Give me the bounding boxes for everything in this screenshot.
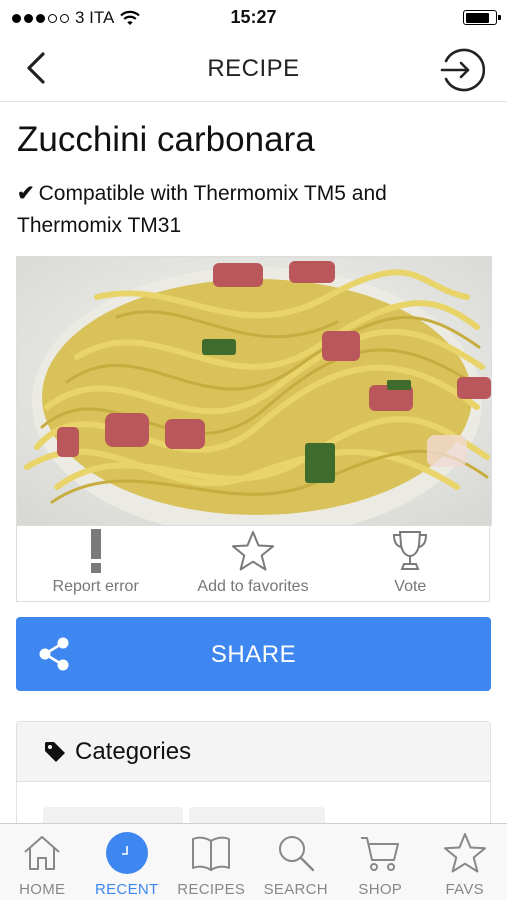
book-icon — [192, 836, 231, 871]
tab-search-label: SEARCH — [263, 881, 328, 898]
tab-bar: HOME RECENT RECIPES SEARCH SHOP FAVS — [0, 823, 507, 900]
tab-search[interactable]: SEARCH — [254, 824, 339, 900]
categories-header: Categories — [17, 722, 490, 782]
tab-recent[interactable]: RECENT — [85, 824, 170, 900]
tab-shop-label: SHOP — [358, 881, 403, 898]
add-to-favorites-button[interactable]: Add to favorites — [174, 526, 331, 601]
tab-favs[interactable]: FAVS — [423, 824, 507, 900]
share-label: SHARE — [210, 641, 297, 668]
pasta-image — [17, 257, 491, 525]
page-title: RECIPE — [207, 55, 300, 82]
add-to-favorites-label: Add to favorites — [197, 578, 309, 595]
login-button[interactable] — [437, 46, 486, 94]
cart-icon — [361, 837, 400, 871]
tag-icon — [45, 741, 65, 762]
tab-home[interactable]: HOME — [0, 824, 85, 900]
star-icon — [443, 833, 486, 873]
categories-title: Categories — [75, 737, 192, 765]
compatibility-text: Compatible with Thermomix TM5 and Thermo… — [17, 182, 387, 237]
exclamation-icon — [90, 529, 101, 573]
status-bar: 3 ITA 15:27 — [0, 0, 507, 34]
report-error-label: Report error — [52, 578, 139, 595]
tab-home-label: HOME — [19, 881, 66, 898]
trophy-icon — [393, 531, 428, 570]
report-error-button[interactable]: Report error — [17, 526, 174, 601]
navigation-header: RECIPE — [0, 34, 507, 102]
clock-icon — [105, 832, 148, 874]
login-icon — [440, 48, 486, 92]
tab-shop[interactable]: SHOP — [338, 824, 423, 900]
recipe-actions: Report error Add to favorites Vote — [16, 526, 490, 602]
status-time: 15:27 — [230, 7, 277, 27]
star-outline-icon — [231, 531, 274, 571]
recipe-title: Zucchini carbonara — [17, 120, 315, 159]
check-icon: ✔ — [17, 182, 35, 205]
tab-recent-label: RECENT — [95, 881, 159, 898]
vote-button[interactable]: Vote — [332, 526, 489, 601]
recipe-photo — [16, 256, 492, 526]
vote-label: Vote — [394, 578, 427, 595]
search-icon — [278, 836, 314, 872]
home-icon — [24, 836, 60, 870]
tab-recipes-label: RECIPES — [177, 881, 246, 898]
tab-recipes[interactable]: RECIPES — [169, 824, 254, 900]
share-button[interactable]: SHARE — [16, 617, 491, 691]
battery-icon — [463, 10, 501, 25]
compatibility-note: ✔ Compatible with Thermomix TM5 and Therm… — [17, 178, 487, 242]
tab-favs-label: FAVS — [445, 881, 484, 898]
